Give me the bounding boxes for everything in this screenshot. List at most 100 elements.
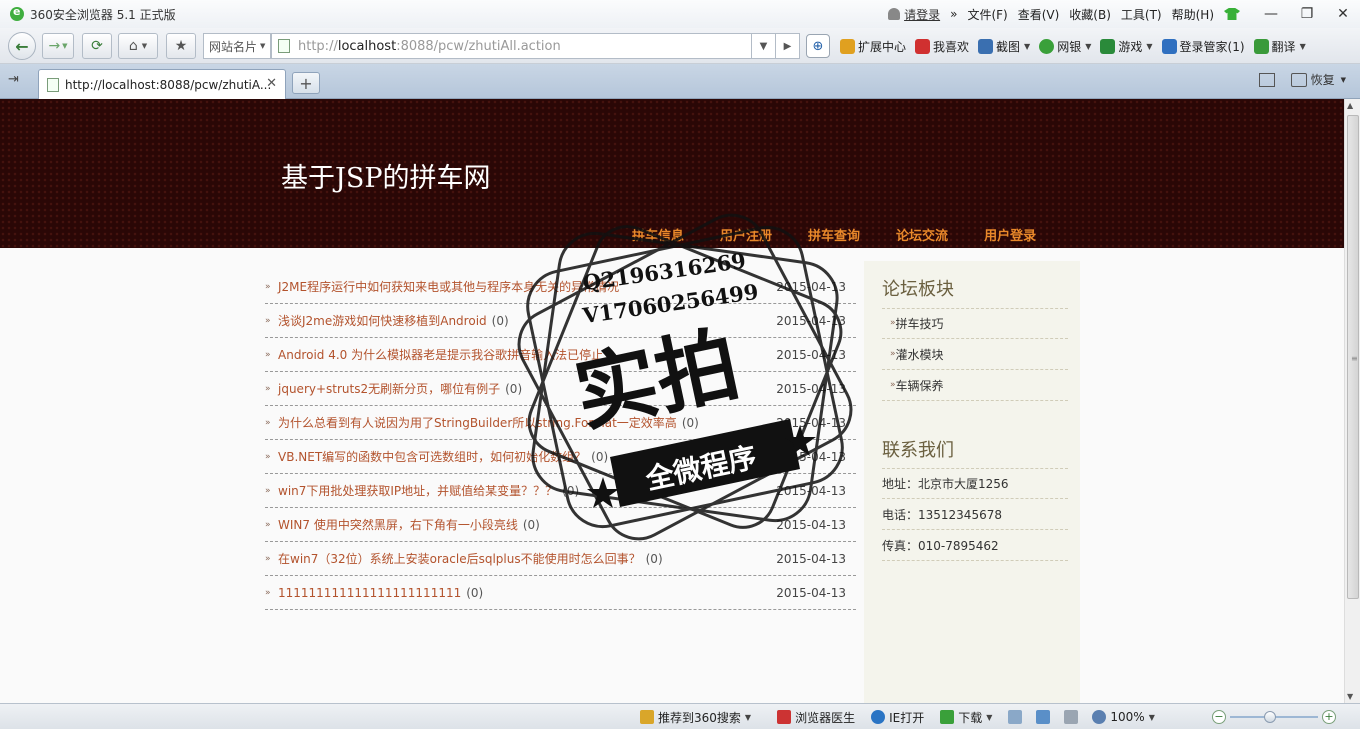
address-history-button[interactable]: ▼ [752, 33, 776, 59]
topic-title-link[interactable]: jquery+struts2无刷新分页，哪位有例子 [278, 380, 500, 397]
status-recommend[interactable]: 推荐到360搜索 ▼ [640, 709, 751, 726]
status-doctor[interactable]: 浏览器医生 [777, 709, 855, 726]
window-switch-icon[interactable] [1258, 72, 1275, 87]
site-card-label: 网站名片 [209, 39, 258, 54]
chevron-down-icon: ▼ [1299, 41, 1306, 51]
doctor-icon [777, 710, 792, 724]
topic-title-link[interactable]: 111111111111111111111111 [278, 586, 461, 600]
forum-item[interactable]: » 拼车技巧 [882, 308, 1068, 339]
menu-help[interactable]: 帮助(H) [1172, 6, 1214, 23]
go-button[interactable]: ▶ [776, 33, 800, 59]
nav-carpool-search[interactable]: 拼车查询 [808, 225, 860, 244]
close-tab-icon[interactable]: ✕ [266, 76, 277, 91]
nav-carpool-info[interactable]: 拼车信息 [632, 225, 684, 244]
sidebar-toggle-icon[interactable]: ⇥ [8, 72, 26, 90]
back-arrow-icon: ← [15, 36, 29, 56]
site-card-dropdown[interactable]: 网站名片 ▼ [203, 33, 271, 59]
favorite-star-button[interactable]: ★ [166, 33, 196, 59]
close-window-button[interactable]: ✕ [1326, 3, 1360, 25]
bullet-icon: » [265, 587, 271, 598]
more-arrows-icon[interactable]: » [950, 7, 957, 21]
topic-row: » 在win7（32位）系统上安装oracle后sqlplus不能使用时怎么回事？… [265, 542, 856, 576]
nav-forum[interactable]: 论坛交流 [896, 225, 948, 244]
zoom-control[interactable]: 100% ▼ [1092, 710, 1155, 724]
toolbar-item-login-manager[interactable]: 登录管家(1) [1161, 38, 1245, 55]
page-icon [278, 39, 290, 53]
back-button[interactable]: ← [8, 32, 36, 60]
speaker-icon[interactable] [1064, 710, 1079, 724]
toolbar-item-game[interactable]: 游戏 ▼ [1100, 38, 1153, 55]
topic-title-link[interactable]: VB.NET编写的函数中包含可选数组时，如何初始化数组？ [278, 448, 586, 465]
zoom-knob[interactable] [1264, 711, 1276, 723]
url-host: localhost [337, 38, 397, 54]
menu-file[interactable]: 文件(F) [967, 6, 1007, 23]
star-icon: ★ [174, 38, 188, 54]
download-icon [940, 710, 955, 724]
forum-item[interactable]: » 车辆保养 [882, 370, 1068, 401]
toolbar-item-extensions[interactable]: 扩展中心 [840, 38, 906, 55]
nav-register[interactable]: 用户注册 [720, 225, 772, 244]
nav-login[interactable]: 用户登录 [984, 225, 1036, 244]
menu-view[interactable]: 查看(V) [1018, 6, 1060, 23]
skin-icon[interactable] [1224, 8, 1240, 20]
window-title: 360安全浏览器 5.1 正式版 [30, 7, 176, 22]
bullet-icon: » [265, 281, 271, 292]
vertical-scrollbar[interactable]: ▲ ≡ ▼ [1344, 99, 1360, 703]
zoom-out-icon[interactable]: − [1212, 710, 1226, 724]
contact-list: 地址：北京市大厦1256 电话：13512345678 传真：010-78954… [882, 468, 1068, 561]
menu-favorites[interactable]: 收藏(B) [1069, 6, 1111, 23]
status-ie-open[interactable]: IE打开 [871, 709, 924, 726]
minimize-button[interactable]: — [1254, 3, 1288, 25]
status-item-label: IE打开 [889, 710, 925, 725]
status-download[interactable]: 下载 ▼ [940, 709, 992, 726]
topic-title-link[interactable]: Android 4.0 为什么模拟器老是提示我谷歌拼音输入法已停止 [278, 346, 603, 363]
tab-active[interactable]: http://localhost:8088/pcw/zhutiA... ✕ [38, 69, 286, 99]
topic-title-link[interactable]: win7下用批处理获取IP地址，并赋值给某变量？？？ [278, 482, 557, 499]
address-bar[interactable]: http://localhost:8088/pcw/zhutiAll.actio… [271, 33, 752, 59]
topic-title-link[interactable]: WIN7 使用中突然黑屏，右下角有一小段亮线 [278, 516, 518, 533]
chevron-down-icon[interactable]: ▼ [1341, 76, 1346, 84]
scroll-thumb[interactable]: ≡ [1347, 115, 1359, 599]
bullet-icon: » [265, 553, 271, 564]
topic-row: » win7下用批处理获取IP地址，并赋值给某变量？？？ (0) 2015-04-13 [265, 474, 856, 508]
site-title: 基于JSP的拼车网 [281, 163, 491, 194]
new-tab-button[interactable]: + [292, 72, 320, 94]
shield-icon[interactable] [1036, 710, 1051, 724]
user-icon [888, 8, 901, 20]
home-button[interactable]: ⌂ ▼ [118, 33, 158, 59]
restore-label[interactable]: 恢复 [1311, 71, 1335, 88]
trash-icon[interactable] [1290, 72, 1307, 87]
forum-item[interactable]: » 灌水模块 [882, 339, 1068, 370]
status-item-label: 下载 [958, 710, 983, 725]
topic-reply-count: (0) [466, 585, 484, 600]
topic-date: 2015-04-13 [776, 415, 846, 430]
topic-date: 2015-04-13 [776, 313, 846, 328]
refresh-button[interactable]: ⟳ [82, 33, 112, 59]
topic-title-link[interactable]: J2ME程序运行中如何获知来电或其他与程序本身无关的异常情况 [278, 278, 619, 295]
topic-date: 2015-04-13 [776, 381, 846, 396]
browser-logo-icon [10, 5, 24, 21]
scroll-up-icon[interactable]: ▲ [1347, 101, 1353, 110]
topic-title-link[interactable]: 在win7（32位）系统上安装oracle后sqlplus不能使用时怎么回事？ [278, 550, 641, 567]
toolbar-item-translate[interactable]: 翻译 ▼ [1253, 38, 1306, 55]
zoom-in-icon[interactable]: + [1322, 710, 1336, 724]
login-link[interactable]: 请登录 [904, 6, 940, 23]
zoom-slider[interactable]: − + [1212, 710, 1340, 724]
forward-button[interactable]: → ▼ [42, 33, 74, 59]
security-shield-button[interactable]: ⊕ [806, 34, 830, 58]
menu-tools[interactable]: 工具(T) [1121, 6, 1162, 23]
window-icon[interactable] [1008, 710, 1023, 724]
bullet-icon: » [265, 315, 271, 326]
toolbar-plugins: 扩展中心 我喜欢 截图 ▼ 网银 ▼ 游戏 ▼ 登录管家(1) 翻译 ▼ [840, 28, 1315, 64]
topic-title-link[interactable]: 浅谈J2me游戏如何快速移植到Android [278, 312, 487, 329]
toolbar-item-screenshot[interactable]: 截图 ▼ [978, 38, 1030, 55]
scroll-down-icon[interactable]: ▼ [1347, 692, 1353, 701]
contact-fax: 传真：010-7895462 [882, 530, 1068, 561]
topic-title-link[interactable]: 为什么总看到有人说因为用了StringBuilder所以string.Forma… [278, 414, 677, 431]
maximize-button[interactable]: ❐ [1290, 3, 1324, 25]
site-nav: 拼车信息 用户注册 拼车查询 论坛交流 用户登录 [632, 225, 1072, 244]
contact-heading: 联系我们 [882, 440, 954, 461]
toolbar-item-favorite[interactable]: 我喜欢 [915, 38, 969, 55]
bank-icon [1039, 38, 1055, 54]
toolbar-item-bank[interactable]: 网银 ▼ [1039, 38, 1091, 55]
